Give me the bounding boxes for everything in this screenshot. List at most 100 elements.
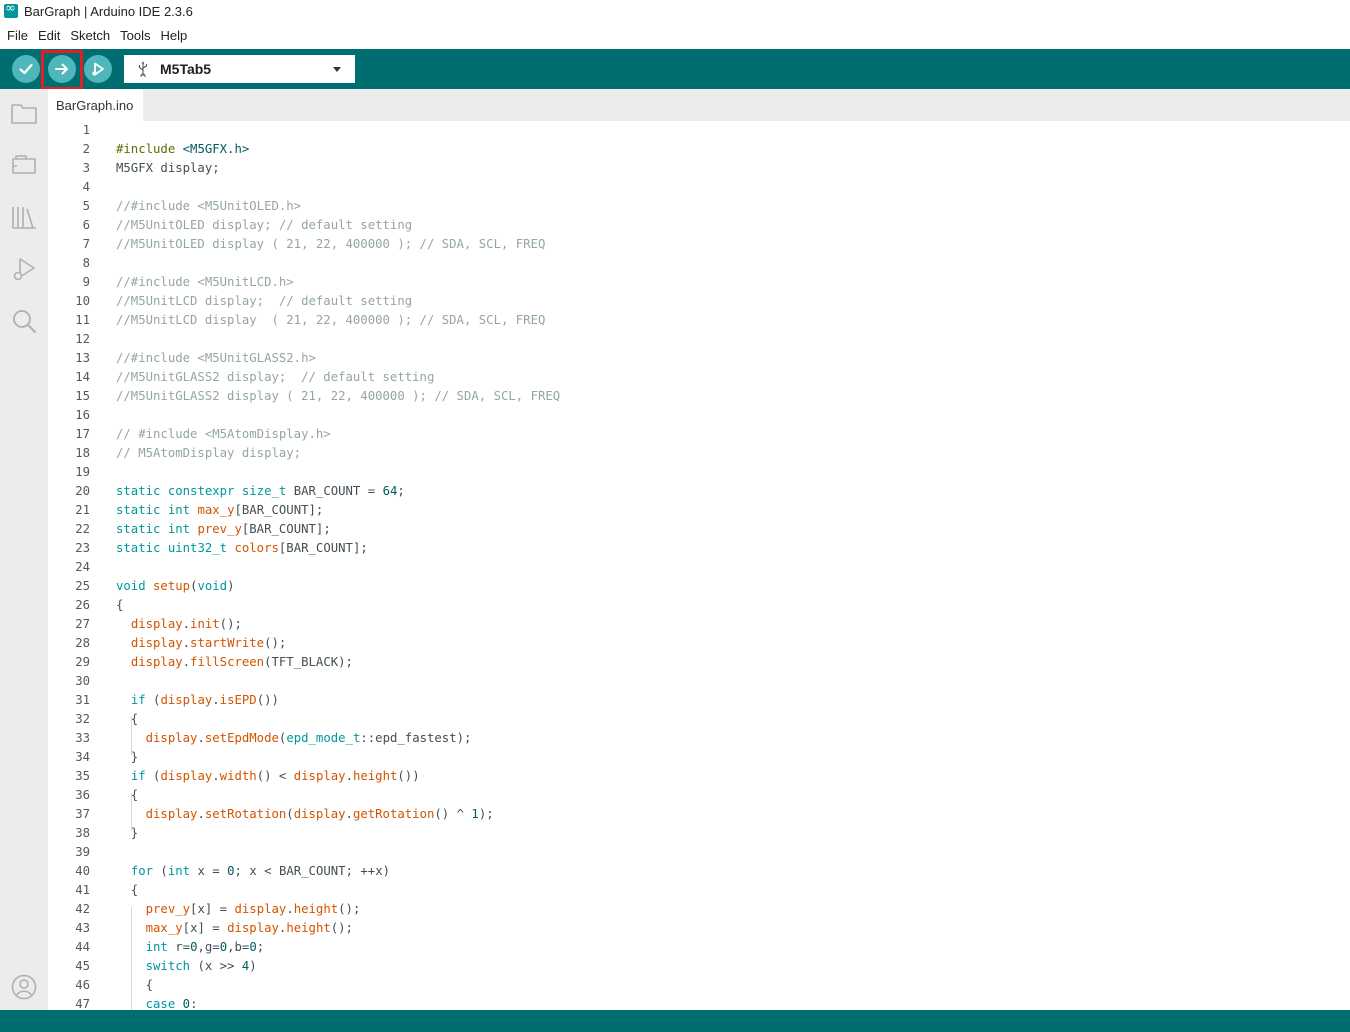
code-line[interactable]: 43 max_y[x] = display.height(); <box>48 919 1350 938</box>
code-line[interactable]: 45 switch (x >> 4) <box>48 957 1350 976</box>
menu-tools[interactable]: Tools <box>115 28 155 43</box>
code-line[interactable]: 14 //M5UnitGLASS2 display; // default set… <box>48 368 1350 387</box>
chevron-down-icon <box>333 67 341 72</box>
code-text: //#include <M5UnitGLASS2.h> <box>116 351 316 365</box>
code-line[interactable]: 44 int r=0,g=0,b=0; <box>48 938 1350 957</box>
code-line[interactable]: 24 <box>48 558 1350 577</box>
code-line[interactable]: 31 if (display.isEPD()) <box>48 691 1350 710</box>
code-line[interactable]: 20 static constexpr size_t BAR_COUNT = 64… <box>48 482 1350 501</box>
code-text: for (int x = 0; x < BAR_COUNT; ++x) <box>130 864 391 878</box>
code-text: // M5AtomDisplay display; <box>116 446 302 460</box>
code-line[interactable]: 22 static int prev_y[BAR_COUNT]; <box>48 520 1350 539</box>
line-number: 26 <box>75 598 90 612</box>
code-line[interactable]: 11 //M5UnitLCD display ( 21, 22, 400000 )… <box>48 311 1350 330</box>
line-number: 3 <box>82 161 90 175</box>
code-line[interactable]: 35 if (display.width() < display.height(… <box>48 767 1350 786</box>
upload-highlight <box>41 50 83 90</box>
board-selector[interactable]: M5Tab5 <box>124 55 355 83</box>
code-line[interactable]: 42 prev_y[x] = display.height(); <box>48 900 1350 919</box>
library-icon[interactable] <box>10 203 38 231</box>
code-line[interactable]: 30 <box>48 672 1350 691</box>
verify-button[interactable] <box>12 55 40 83</box>
code-line[interactable]: 27 display.init(); <box>48 615 1350 634</box>
code-text: //M5UnitLCD display ( 21, 22, 400000 ); … <box>116 313 546 327</box>
line-number: 46 <box>75 978 90 992</box>
code-text: //#include <M5UnitOLED.h> <box>116 199 302 213</box>
code-line[interactable]: 36 { <box>48 786 1350 805</box>
board-name: M5Tab5 <box>160 61 212 77</box>
line-number: 17 <box>75 427 90 441</box>
code-text: display.fillScreen(TFT_BLACK); <box>130 655 353 669</box>
code-line[interactable]: 2 #include <M5GFX.h> <box>48 140 1350 159</box>
code-text: } <box>116 826 139 840</box>
debug-icon <box>92 62 104 76</box>
code-text: { <box>116 598 124 612</box>
board-manager-icon[interactable] <box>10 151 38 179</box>
code-line[interactable]: 4 <box>48 178 1350 197</box>
code-line[interactable]: 19 <box>48 463 1350 482</box>
code-text: display.setRotation(display.getRotation(… <box>145 807 494 821</box>
code-text: { <box>116 883 139 897</box>
code-line[interactable]: 13 //#include <M5UnitGLASS2.h> <box>48 349 1350 368</box>
account-icon[interactable] <box>10 973 38 1001</box>
menu-edit[interactable]: Edit <box>33 28 65 43</box>
code-text: int r=0,g=0,b=0; <box>145 940 265 954</box>
code-line[interactable]: 40 for (int x = 0; x < BAR_COUNT; ++x) <box>48 862 1350 881</box>
debug-button[interactable] <box>84 55 112 83</box>
code-line[interactable]: 25 void setup(void) <box>48 577 1350 596</box>
line-number: 40 <box>75 864 90 878</box>
code-line[interactable]: 38 } <box>48 824 1350 843</box>
line-number: 45 <box>75 959 90 973</box>
line-number: 28 <box>75 636 90 650</box>
code-text: display.init(); <box>130 617 242 631</box>
code-line[interactable]: 7 //M5UnitOLED display ( 21, 22, 400000 )… <box>48 235 1350 254</box>
code-text: } <box>116 750 139 764</box>
code-line[interactable]: 47 case 0: <box>48 995 1350 1010</box>
code-line[interactable]: 10 //M5UnitLCD display; // default settin… <box>48 292 1350 311</box>
code-line[interactable]: 12 <box>48 330 1350 349</box>
code-line[interactable]: 1 <box>48 121 1350 140</box>
code-text: // #include <M5AtomDisplay.h> <box>116 427 331 441</box>
debug-icon[interactable] <box>10 255 38 283</box>
code-line[interactable]: 17 // #include <M5AtomDisplay.h> <box>48 425 1350 444</box>
code-line[interactable]: 5 //#include <M5UnitOLED.h> <box>48 197 1350 216</box>
tab-bargraph-ino[interactable]: BarGraph.ino <box>48 89 143 121</box>
code-line[interactable]: 41 { <box>48 881 1350 900</box>
code-editor[interactable]: 1 2 #include <M5GFX.h> 3 M5GFX display; 4 5//#… <box>48 121 1350 1010</box>
code-line[interactable]: 33 display.setEpdMode(epd_mode_t::epd_fa… <box>48 729 1350 748</box>
code-line[interactable]: 39 <box>48 843 1350 862</box>
code-line[interactable]: 32 { <box>48 710 1350 729</box>
code-line[interactable]: 23 static uint32_t colors[BAR_COUNT]; <box>48 539 1350 558</box>
code-line[interactable]: 21 static int max_y[BAR_COUNT]; <box>48 501 1350 520</box>
folder-icon[interactable] <box>10 99 38 127</box>
code-line[interactable]: 26 { <box>48 596 1350 615</box>
code-line[interactable]: 34 } <box>48 748 1350 767</box>
line-number: 24 <box>75 560 90 574</box>
line-number: 19 <box>75 465 90 479</box>
code-line[interactable]: 9 //#include <M5UnitLCD.h> <box>48 273 1350 292</box>
line-number: 5 <box>82 199 90 213</box>
search-icon[interactable] <box>10 307 38 335</box>
line-number: 34 <box>75 750 90 764</box>
line-number: 18 <box>75 446 90 460</box>
menu-file[interactable]: File <box>2 28 33 43</box>
code-line[interactable]: 37 display.setRotation(display.getRotati… <box>48 805 1350 824</box>
menu-sketch[interactable]: Sketch <box>65 28 115 43</box>
line-number: 23 <box>75 541 90 555</box>
code-line[interactable]: 16 <box>48 406 1350 425</box>
line-number: 7 <box>82 237 90 251</box>
code-line[interactable]: 6 //M5UnitOLED display; // default settin… <box>48 216 1350 235</box>
line-number: 44 <box>75 940 90 954</box>
code-line[interactable]: 8 <box>48 254 1350 273</box>
window-title: BarGraph | Arduino IDE 2.3.6 <box>24 3 193 19</box>
code-line[interactable]: 29 display.fillScreen(TFT_BLACK); <box>48 653 1350 672</box>
code-text: void setup(void) <box>116 579 235 593</box>
code-line[interactable]: 18 // M5AtomDisplay display; <box>48 444 1350 463</box>
code-line[interactable]: 46 { <box>48 976 1350 995</box>
line-number: 27 <box>75 617 90 631</box>
line-number: 12 <box>75 332 90 346</box>
code-line[interactable]: 3 M5GFX display; <box>48 159 1350 178</box>
code-line[interactable]: 15 //M5UnitGLASS2 display ( 21, 22, 40000… <box>48 387 1350 406</box>
menu-help[interactable]: Help <box>155 28 192 43</box>
code-line[interactable]: 28 display.startWrite(); <box>48 634 1350 653</box>
